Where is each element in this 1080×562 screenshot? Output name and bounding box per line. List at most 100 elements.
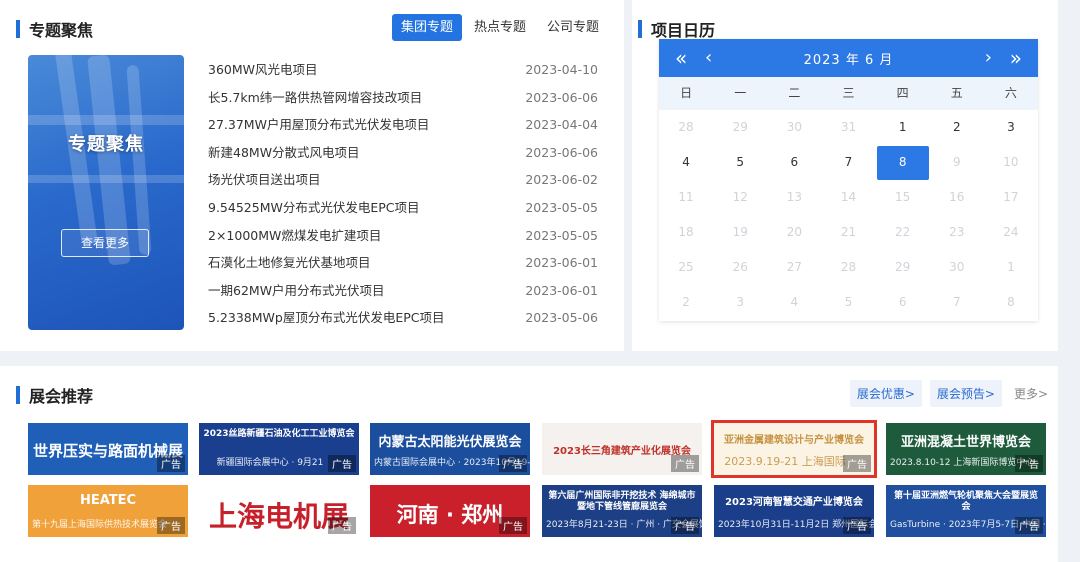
- calendar-day[interactable]: 16: [930, 180, 984, 215]
- calendar-panel-title: 项目日历: [651, 21, 716, 40]
- expo-ad-banner[interactable]: 亚洲金属建筑设计与产业博览会 2023.9.19-21 上海国际 广告: [711, 420, 877, 478]
- news-date: 2023-04-10: [525, 62, 598, 77]
- expo-ad-banner[interactable]: 内蒙古太阳能光伏展览会 内蒙古国际会展中心 · 2023年10月19-21 广告: [370, 423, 530, 475]
- calendar-day[interactable]: 31: [821, 110, 875, 145]
- calendar-day[interactable]: 25: [659, 250, 713, 285]
- calendar-day[interactable]: 27: [767, 250, 821, 285]
- calendar-day[interactable]: 24: [984, 215, 1038, 250]
- news-item[interactable]: 场光伏项目送出项目 2023-06-02: [208, 166, 598, 194]
- expo-ad-banner[interactable]: 2023河南智慧交通产业博览会2023年10月31日-11月2日 郑州国际会展中…: [714, 485, 874, 537]
- calendar-day[interactable]: 10: [984, 145, 1038, 180]
- expo-links: 展会优惠> 展会预告> 更多>: [842, 380, 1048, 407]
- calendar-day[interactable]: 17: [984, 180, 1038, 215]
- calendar-day[interactable]: 28: [659, 110, 713, 145]
- ad-badge: 广告: [1015, 517, 1043, 534]
- calendar-day[interactable]: 19: [713, 215, 767, 250]
- calendar-day-number: 22: [894, 225, 911, 239]
- calendar-panel-header: 项目日历: [638, 17, 715, 41]
- calendar-day-number: 17: [1003, 190, 1019, 204]
- topic-tabs: 集团专题 热点专题 公司专题: [389, 14, 608, 41]
- topic-tab[interactable]: 集团专题: [391, 14, 462, 41]
- calendar-weekday-row: 日一二三四五六: [659, 77, 1038, 110]
- expo-ad-banner[interactable]: HEATEC 第十九届上海国际供热技术展览会 广告: [28, 485, 188, 537]
- calendar-day[interactable]: 21: [821, 215, 875, 250]
- expo-ad-title: 亚洲混凝土世界博览会: [900, 435, 1031, 450]
- calendar-day[interactable]: 11: [659, 180, 713, 215]
- calendar-day[interactable]: 29: [713, 110, 767, 145]
- calendar-day-number: 19: [732, 225, 748, 239]
- expo-more-link[interactable]: 更多>: [1014, 385, 1048, 402]
- news-item[interactable]: 新建48MW分散式风电项目 2023-06-06: [208, 139, 598, 167]
- expo-panel-header: 展会推荐: [16, 383, 93, 407]
- expo-ad-banner[interactable]: 河南 · 郑州 广告: [370, 485, 530, 537]
- expo-ad-banner[interactable]: 世界压实与路面机械展 广告: [28, 423, 188, 475]
- news-item[interactable]: 石漠化土地修复光伏基地项目 2023-06-01: [208, 249, 598, 277]
- calendar-day[interactable]: 3: [984, 110, 1038, 145]
- news-item[interactable]: 长5.7km纬一路供热管网增容技改项目 2023-06-06: [208, 84, 598, 112]
- calendar-day[interactable]: 12: [713, 180, 767, 215]
- weekday-label: 日: [680, 86, 693, 100]
- calendar-day[interactable]: 7: [821, 145, 875, 180]
- calendar-day-number: 14: [840, 190, 857, 204]
- calendar-day[interactable]: 13: [767, 180, 821, 215]
- calendar-day[interactable]: 30: [930, 250, 984, 285]
- expo-ad-banner[interactable]: 第六届广州国际非开挖技术 海绵城市暨地下管线管廊展览会 2023年8月21-23日…: [542, 485, 702, 537]
- calendar-day[interactable]: 30: [767, 110, 821, 145]
- calendar-day[interactable]: 26: [713, 250, 767, 285]
- calendar-day-selected[interactable]: 8: [876, 145, 930, 180]
- topic-promo-banner[interactable]: 专题聚焦 查看更多: [28, 55, 184, 330]
- expo-discount-link[interactable]: 展会优惠>: [849, 380, 922, 407]
- weekday-label: 五: [950, 86, 963, 100]
- expo-preview-link[interactable]: 展会预告>: [929, 380, 1002, 407]
- prev-year-button[interactable]: «: [675, 39, 687, 77]
- news-item[interactable]: 2×1000MW燃煤发电扩建项目 2023-05-05: [208, 222, 598, 250]
- calendar-day[interactable]: 4: [659, 145, 713, 180]
- project-calendar: « ‹ 2023 年 6 月 › » 日一二三四五六 28 29 30 31 1 2 3 4 5…: [659, 39, 1038, 321]
- news-title: 9.54525MW分布式光伏发电EPC项目: [208, 199, 420, 215]
- expo-ad-banner[interactable]: 第十届亚洲燃气轮机聚焦大会暨展览会 GasTurbine · 2023年7月5-7…: [886, 485, 1046, 537]
- calendar-day[interactable]: 15: [876, 180, 930, 215]
- calendar-day[interactable]: 2: [659, 285, 713, 320]
- news-item[interactable]: 27.37MW户用屋顶分布式光伏发电项目 2023-04-04: [208, 111, 598, 139]
- next-year-button[interactable]: »: [1010, 39, 1022, 77]
- calendar-day[interactable]: 6: [767, 145, 821, 180]
- calendar-day[interactable]: 4: [767, 285, 821, 320]
- calendar-day[interactable]: 2: [930, 110, 984, 145]
- calendar-day[interactable]: 9: [930, 145, 984, 180]
- calendar-day[interactable]: 28: [821, 250, 875, 285]
- calendar-day-number: 25: [678, 260, 694, 274]
- calendar-day[interactable]: 23: [930, 215, 984, 250]
- calendar-day[interactable]: 8: [984, 285, 1038, 320]
- topic-tab[interactable]: 热点专题: [465, 14, 535, 41]
- calendar-day[interactable]: 29: [876, 250, 930, 285]
- calendar-day-number: 2: [682, 295, 690, 309]
- calendar-day[interactable]: 3: [713, 285, 767, 320]
- ad-badge: 广告: [1015, 455, 1043, 472]
- calendar-day[interactable]: 18: [659, 215, 713, 250]
- news-title: 场光伏项目送出项目: [208, 172, 321, 188]
- expo-ad-banner[interactable]: 2023丝路新疆石油及化工工业博览会 新疆国际会展中心 · 9月21 广告: [199, 423, 359, 475]
- calendar-day-number: 8: [898, 155, 907, 169]
- calendar-day[interactable]: 14: [821, 180, 875, 215]
- expo-ad-banner[interactable]: 上海电机展 广告: [199, 485, 359, 537]
- calendar-day[interactable]: 6: [876, 285, 930, 320]
- title-accent-bar: [16, 20, 20, 38]
- news-item[interactable]: 9.54525MW分布式光伏发电EPC项目 2023-05-05: [208, 194, 598, 222]
- calendar-day[interactable]: 5: [713, 145, 767, 180]
- calendar-day[interactable]: 20: [767, 215, 821, 250]
- news-item[interactable]: 一期62MW户用分布式光伏项目 2023-06-01: [208, 277, 598, 305]
- topic-tab[interactable]: 公司专题: [538, 14, 608, 41]
- calendar-day[interactable]: 1: [984, 250, 1038, 285]
- expo-ad-banner[interactable]: 亚洲混凝土世界博览会 2023.8.10-12 上海新国际博览中心 广告: [886, 423, 1046, 475]
- calendar-day[interactable]: 1: [876, 110, 930, 145]
- expo-ad-banner[interactable]: 2023长三角建筑产业化展览会 广告: [542, 423, 702, 475]
- calendar-day[interactable]: 5: [821, 285, 875, 320]
- calendar-day[interactable]: 7: [930, 285, 984, 320]
- prev-month-button[interactable]: ‹: [705, 39, 712, 77]
- ad-badge: 广告: [671, 455, 699, 472]
- view-more-button[interactable]: 查看更多: [61, 229, 149, 257]
- news-item[interactable]: 5.2338MWp屋顶分布式光伏发电EPC项目 2023-05-06: [208, 304, 598, 332]
- news-item[interactable]: 360MW风光电项目 2023-04-10: [208, 56, 598, 84]
- calendar-day[interactable]: 22: [876, 215, 930, 250]
- next-month-button[interactable]: ›: [985, 39, 992, 77]
